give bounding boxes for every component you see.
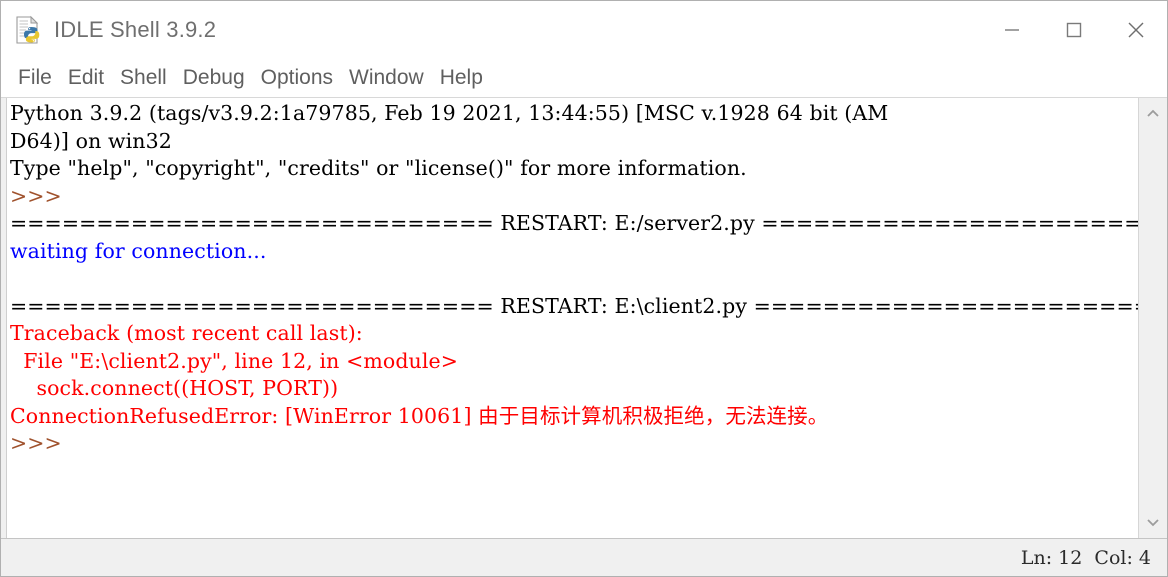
window-controls bbox=[981, 1, 1167, 59]
console-line: Traceback (most recent call last): bbox=[10, 321, 363, 345]
menu-item-window[interactable]: Window bbox=[341, 66, 432, 90]
maximize-button[interactable] bbox=[1043, 1, 1105, 59]
menu-item-help[interactable]: Help bbox=[432, 66, 491, 90]
menu-bar: File Edit Shell Debug Options Window Hel… bbox=[1, 59, 1167, 98]
title-bar: IDLE Shell 3.9.2 bbox=[1, 1, 1167, 59]
minimize-button[interactable] bbox=[981, 1, 1043, 59]
menu-item-file[interactable]: File bbox=[10, 66, 60, 90]
title-bar-left: IDLE Shell 3.9.2 bbox=[1, 15, 216, 45]
python-document-icon bbox=[13, 15, 43, 45]
console-line: Type "help", "copyright", "credits" or "… bbox=[10, 156, 747, 180]
shell-console-text[interactable]: Python 3.9.2 (tags/v3.9.2:1a79785, Feb 1… bbox=[7, 98, 1138, 538]
console-line: sock.connect((HOST, PORT)) bbox=[10, 376, 339, 400]
close-button[interactable] bbox=[1105, 1, 1167, 59]
window-title: IDLE Shell 3.9.2 bbox=[54, 17, 217, 42]
minimize-icon bbox=[1005, 29, 1019, 31]
console-line: ============================ RESTART: E:… bbox=[10, 293, 1138, 318]
menu-item-options[interactable]: Options bbox=[253, 66, 341, 90]
console-line: ============================ RESTART: E:… bbox=[10, 211, 1138, 235]
menu-item-debug[interactable]: Debug bbox=[175, 66, 253, 90]
status-bar: Ln: 12 Col: 4 bbox=[1, 539, 1167, 576]
console-line: ConnectionRefusedError: [WinError 10061]… bbox=[10, 403, 829, 428]
scroll-down-button[interactable] bbox=[1139, 511, 1168, 533]
cursor-position-indicator: Ln: 12 Col: 4 bbox=[1020, 546, 1151, 569]
console-line: waiting for connection... bbox=[10, 238, 267, 263]
console-line: File "E:\client2.py", line 12, in <modul… bbox=[10, 348, 459, 373]
scrollbar-track[interactable] bbox=[1139, 125, 1168, 511]
console-line: >>> bbox=[10, 431, 69, 455]
menu-item-shell[interactable]: Shell bbox=[112, 66, 175, 90]
idle-shell-window: IDLE Shell 3.9.2 File Edit Shell Debug O… bbox=[0, 0, 1168, 577]
shell-output-area: Python 3.9.2 (tags/v3.9.2:1a79785, Feb 1… bbox=[1, 98, 1167, 539]
chevron-down-icon bbox=[1147, 519, 1159, 527]
scroll-up-button[interactable] bbox=[1139, 103, 1168, 125]
close-icon bbox=[1128, 22, 1144, 38]
console-line: Python 3.9.2 (tags/v3.9.2:1a79785, Feb 1… bbox=[10, 101, 889, 125]
console-line: D64)] on win32 bbox=[10, 128, 172, 153]
maximize-icon bbox=[1066, 22, 1082, 38]
console-line: >>> bbox=[10, 183, 69, 208]
menu-item-edit[interactable]: Edit bbox=[60, 66, 112, 90]
vertical-scrollbar[interactable] bbox=[1138, 98, 1167, 538]
chevron-up-icon bbox=[1147, 109, 1159, 117]
